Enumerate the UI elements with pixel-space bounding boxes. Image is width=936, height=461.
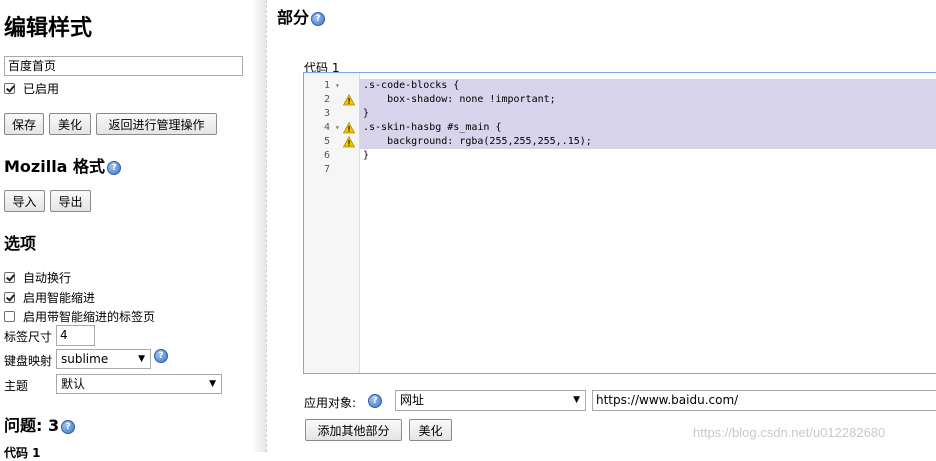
theme-select[interactable]: 默认 ▼ xyxy=(56,374,222,394)
add-section-button[interactable]: 添加其他部分 xyxy=(305,419,402,441)
help-icon[interactable]: ? xyxy=(154,349,168,363)
line-number: 2 xyxy=(323,94,330,105)
code-line: 7 xyxy=(304,163,936,177)
line-number: 6 xyxy=(323,150,330,161)
keymap-select[interactable]: sublime ▼ xyxy=(56,349,151,369)
warning-icon[interactable] xyxy=(343,136,355,148)
mozilla-format-title: Mozilla 格式 xyxy=(4,157,106,176)
watermark: https://blog.csdn.net/u012282680 xyxy=(693,425,886,440)
apply-to-label: 应用对象: xyxy=(304,396,357,410)
checkbox-icon[interactable] xyxy=(4,83,15,94)
code-text: box-shadow: none !important; xyxy=(363,94,556,105)
code-line: 3} xyxy=(304,107,936,121)
code-line: 2 box-shadow: none !important; xyxy=(304,93,936,107)
code-line: 1 ▾ .s-code-blocks { xyxy=(304,79,936,93)
apply-type-value: 网址 xyxy=(400,393,425,407)
smart-indent-tabs-row[interactable]: 启用带智能缩进的标签页 xyxy=(4,308,155,325)
beautify-button[interactable]: 美化 xyxy=(49,113,91,135)
issues-partial-label: 代码 1 xyxy=(4,446,41,460)
enabled-label: 已启用 xyxy=(23,82,60,96)
line-number: 7 xyxy=(323,164,330,175)
issues-title: 问题: 3 xyxy=(4,416,60,435)
style-name-input[interactable]: 百度首页 xyxy=(4,56,243,76)
fold-marker-icon[interactable]: ▾ xyxy=(335,121,340,135)
help-icon[interactable]: ? xyxy=(107,160,122,175)
help-icon[interactable]: ? xyxy=(368,394,382,408)
line-number: 4 xyxy=(323,122,330,133)
page-title: 编辑样式 xyxy=(4,16,93,41)
issues-heading: 问题: 3? xyxy=(4,412,76,436)
apply-type-select[interactable]: 网址 ▼ xyxy=(395,390,586,411)
code-text: background: rgba(255,255,255,.15); xyxy=(363,136,592,147)
line-number: 3 xyxy=(323,108,330,119)
warning-icon[interactable] xyxy=(343,122,355,134)
keymap-label: 键盘映射 xyxy=(4,354,53,368)
line-number: 1 xyxy=(323,80,330,91)
code-line: 4 ▾ .s-skin-hasbg #s_main { xyxy=(304,121,936,135)
back-to-manage-button[interactable]: 返回进行管理操作 xyxy=(96,113,217,135)
section-title: 部分 xyxy=(277,8,310,27)
save-button[interactable]: 保存 xyxy=(4,113,44,135)
word-wrap-label: 自动换行 xyxy=(23,271,72,285)
tab-size-label: 标签尺寸 xyxy=(4,330,53,344)
chevron-down-icon: ▼ xyxy=(209,379,216,389)
code-line: 5 background: rgba(255,255,255,.15); xyxy=(304,135,936,149)
smart-indent-row[interactable]: 启用智能缩进 xyxy=(4,289,95,306)
theme-value: 默认 xyxy=(61,377,86,391)
section-heading: 部分? xyxy=(277,4,326,28)
chevron-down-icon: ▼ xyxy=(138,354,145,364)
help-icon[interactable]: ? xyxy=(311,11,326,26)
theme-label: 主题 xyxy=(4,379,29,393)
enabled-checkbox-row[interactable]: 已启用 xyxy=(4,80,59,97)
code-text: } xyxy=(363,150,370,161)
line-number: 5 xyxy=(323,136,330,147)
apply-value-input[interactable]: https://www.baidu.com/ xyxy=(592,390,936,411)
code-text: .s-skin-hasbg #s_main { xyxy=(363,122,502,133)
checkbox-icon[interactable] xyxy=(4,292,15,303)
checkbox-icon[interactable] xyxy=(4,311,15,322)
chevron-down-icon: ▼ xyxy=(573,395,580,405)
smart-indent-tabs-label: 启用带智能缩进的标签页 xyxy=(23,310,156,324)
sidebar-divider xyxy=(252,0,267,452)
tab-size-input[interactable]: 4 xyxy=(56,325,95,346)
options-heading: 选项 xyxy=(4,234,37,253)
code-editor[interactable]: 1 ▾ .s-code-blocks { 2 box-shadow: none !im… xyxy=(303,72,936,374)
fold-marker-icon[interactable]: ▾ xyxy=(335,79,340,93)
warning-icon[interactable] xyxy=(343,94,355,106)
code-text: .s-code-blocks { xyxy=(363,80,460,91)
help-icon[interactable]: ? xyxy=(61,419,76,434)
code-line: 6} xyxy=(304,149,936,163)
sidebar: 编辑样式 百度首页 已启用 保存 美化 返回进行管理操作 Mozilla 格式?… xyxy=(0,0,258,460)
import-button[interactable]: 导入 xyxy=(4,190,45,212)
beautify-section-button[interactable]: 美化 xyxy=(409,419,452,441)
code-text: } xyxy=(363,108,370,119)
export-button[interactable]: 导出 xyxy=(50,190,91,212)
mozilla-format-heading: Mozilla 格式? xyxy=(4,153,122,177)
word-wrap-row[interactable]: 自动换行 xyxy=(4,269,71,286)
checkbox-icon[interactable] xyxy=(4,272,15,283)
keymap-value: sublime xyxy=(61,352,109,366)
smart-indent-label: 启用智能缩进 xyxy=(23,291,96,305)
